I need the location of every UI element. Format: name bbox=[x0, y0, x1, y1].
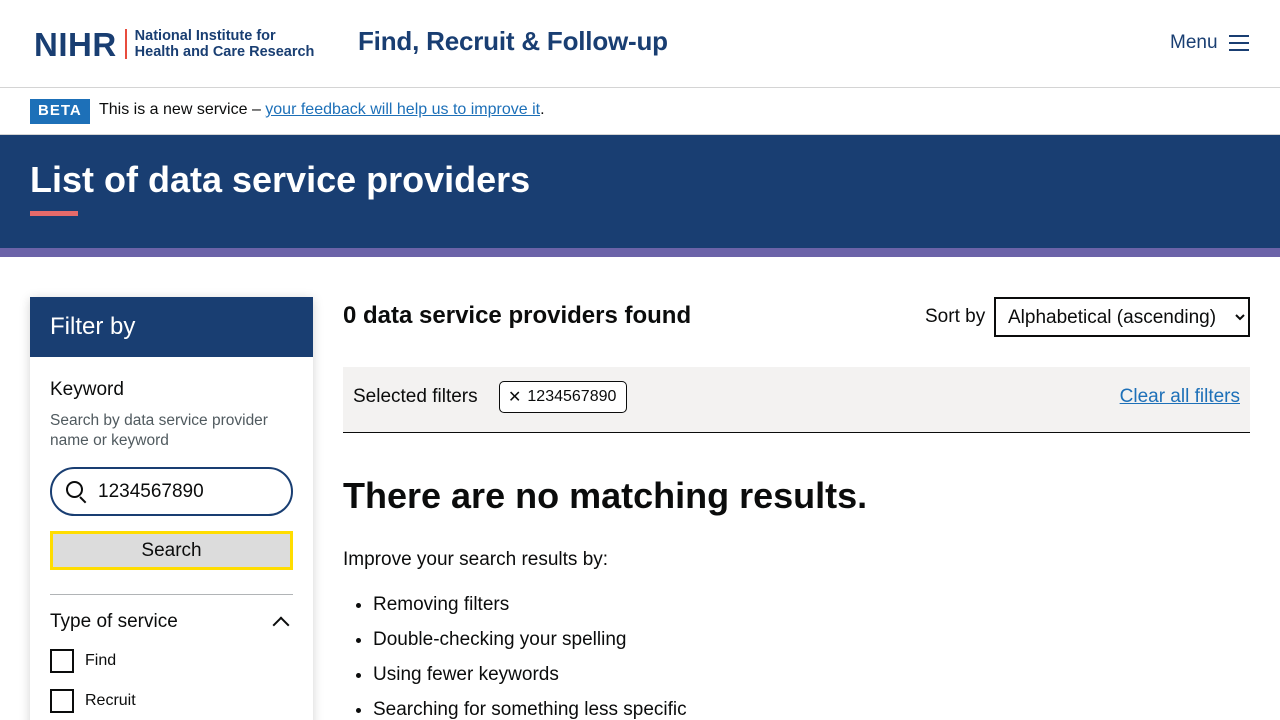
search-input[interactable] bbox=[98, 480, 278, 503]
menu-label: Menu bbox=[1170, 32, 1218, 53]
keyword-label: Keyword bbox=[50, 379, 124, 400]
filter-panel: Filter by Keyword Search by data service… bbox=[30, 297, 313, 720]
checkbox-label-recruit: Recruit bbox=[85, 692, 136, 709]
filter-heading: Filter by bbox=[30, 297, 313, 357]
logo-line-2: Health and Care Research bbox=[134, 44, 315, 60]
no-results-heading: There are no matching results. bbox=[343, 475, 868, 516]
chevron-up-icon bbox=[272, 616, 290, 634]
beta-tag: BETA bbox=[30, 99, 90, 124]
list-item: Double-checking your spelling bbox=[373, 629, 687, 664]
selected-filters-bar: Selected filters ✕ 1234567890 Clear all … bbox=[343, 367, 1250, 433]
title-accent-bar bbox=[30, 211, 78, 216]
type-of-service-title: Type of service bbox=[50, 611, 178, 632]
service-name[interactable]: Find, Recruit & Follow-up bbox=[358, 26, 668, 57]
clear-all-filters-link[interactable]: Clear all filters bbox=[1120, 386, 1240, 408]
option-find[interactable]: Find bbox=[50, 649, 293, 673]
page-title: List of data service providers bbox=[30, 159, 531, 200]
type-of-service-toggle[interactable]: Type of service bbox=[50, 611, 293, 634]
option-recruit[interactable]: Recruit bbox=[50, 689, 293, 713]
nihr-logo[interactable]: NIHR National Institute for Health and C… bbox=[34, 26, 314, 62]
beta-text-after: . bbox=[540, 101, 545, 118]
filter-chip[interactable]: ✕ 1234567890 bbox=[499, 381, 628, 413]
selected-filters-label: Selected filters bbox=[353, 386, 478, 407]
logo-line-1: National Institute for bbox=[134, 28, 276, 44]
improve-text: Improve your search results by: bbox=[343, 549, 609, 570]
search-icon bbox=[66, 480, 88, 503]
beta-banner: BETA This is a new service – your feedba… bbox=[0, 89, 1280, 135]
beta-text: This is a new service – your feedback wi… bbox=[99, 101, 545, 119]
feedback-link[interactable]: your feedback will help us to improve it bbox=[265, 101, 540, 118]
list-item: Searching for something less specific bbox=[373, 699, 687, 720]
logo-divider bbox=[124, 29, 127, 59]
menu-button[interactable]: Menu bbox=[1170, 32, 1249, 54]
decorative-band bbox=[0, 248, 1280, 257]
checkbox-label-find: Find bbox=[85, 652, 117, 669]
results-count: 0 data service providers found bbox=[343, 302, 692, 329]
sort-select[interactable]: Alphabetical (ascending) bbox=[994, 297, 1250, 337]
sort-label: Sort by bbox=[925, 306, 986, 327]
search-field[interactable] bbox=[50, 467, 293, 516]
hamburger-icon bbox=[1228, 35, 1249, 51]
close-icon: ✕ bbox=[508, 389, 522, 406]
keyword-hint: Search by data service provider name or … bbox=[50, 412, 268, 449]
checkbox-find[interactable] bbox=[50, 649, 74, 673]
logo-mark: NIHR bbox=[34, 25, 117, 63]
section-divider bbox=[50, 594, 293, 595]
checkbox-recruit[interactable] bbox=[50, 689, 74, 713]
page-heading-band: List of data service providers bbox=[0, 135, 1280, 248]
site-header: NIHR National Institute for Health and C… bbox=[0, 0, 1280, 88]
filter-chip-label: 1234567890 bbox=[527, 388, 617, 405]
beta-text-before: This is a new service – bbox=[99, 101, 266, 118]
logo-text: National Institute for Health and Care R… bbox=[135, 28, 315, 60]
tips-list: Removing filters Double-checking your sp… bbox=[373, 594, 687, 720]
filter-body: Keyword Search by data service provider … bbox=[30, 357, 313, 720]
list-item: Using fewer keywords bbox=[373, 664, 687, 699]
search-button[interactable]: Search bbox=[50, 531, 293, 570]
list-item: Removing filters bbox=[373, 594, 687, 629]
